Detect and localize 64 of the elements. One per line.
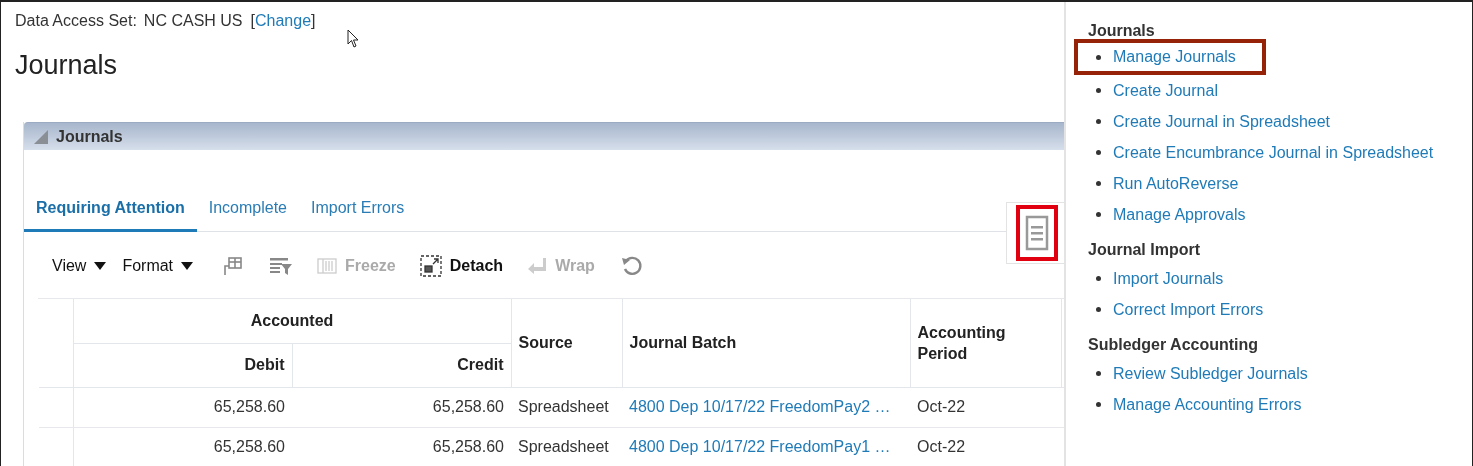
table-cell: Oct-22 xyxy=(910,427,1061,466)
column-group-header: Accounted xyxy=(73,299,511,343)
row-header-cell xyxy=(39,387,73,427)
table-cell: 65,258.60 xyxy=(73,427,292,466)
wrap-arrow-icon xyxy=(527,257,548,275)
bullet-icon xyxy=(1096,212,1101,217)
task-link[interactable]: Import Journals xyxy=(1113,269,1224,288)
bullet-icon xyxy=(1096,150,1101,155)
section-title: Journals xyxy=(56,127,123,146)
task-group-heading: Subledger Accounting xyxy=(1088,336,1260,355)
bracket: [ xyxy=(250,12,255,30)
task-link[interactable]: Manage Accounting Errors xyxy=(1113,395,1302,414)
task-link[interactable]: Review Subledger Journals xyxy=(1113,364,1308,383)
tab[interactable]: Incomplete xyxy=(196,199,299,232)
tab[interactable]: Import Errors xyxy=(299,199,417,232)
refresh-icon[interactable] xyxy=(620,255,643,277)
caret-icon xyxy=(181,262,194,270)
journal-batch-link[interactable]: 4800 Dep 10/17/22 FreedomPay2 … xyxy=(629,398,891,415)
table-cell: Oct-22 xyxy=(910,387,1061,427)
tab[interactable]: Requiring Attention xyxy=(24,199,197,232)
bullet-icon xyxy=(1096,88,1101,93)
journal-batch-link[interactable]: 4800 Dep 10/17/22 FreedomPay1 … xyxy=(629,438,891,455)
bullet-icon xyxy=(1096,276,1101,281)
caret-icon xyxy=(94,262,107,270)
task-link[interactable]: Run AutoReverse xyxy=(1113,174,1239,193)
bullet-icon xyxy=(1096,307,1101,312)
freeze-columns-icon xyxy=(317,257,338,275)
detach-icon xyxy=(419,255,442,277)
task-link[interactable]: Create Journal xyxy=(1113,81,1218,100)
column-header[interactable]: Accounting Period xyxy=(910,299,1061,387)
bullet-icon xyxy=(1096,371,1101,376)
task-link[interactable]: Manage Journals xyxy=(1113,48,1236,66)
task-link[interactable]: Create Journal in Spreadsheet xyxy=(1113,112,1331,131)
menu-button[interactable]: View xyxy=(52,257,107,275)
panel-toggle-button[interactable] xyxy=(1006,202,1064,264)
document-icon xyxy=(1025,215,1049,251)
task-group-heading: Journals xyxy=(1088,22,1156,41)
toolbar-button[interactable]: Detach xyxy=(419,255,504,277)
filter-icon[interactable] xyxy=(269,256,294,276)
menu-button[interactable]: Format xyxy=(122,257,194,275)
page-title: Journals xyxy=(15,49,119,81)
column-header[interactable]: Credit xyxy=(292,343,511,387)
task-group-heading: Journal Import xyxy=(1088,241,1201,260)
data-access-label: Data Access Set: xyxy=(15,12,137,30)
table-cell: 65,258.60 xyxy=(292,387,511,427)
table-cell: Spreadsheet xyxy=(511,427,622,466)
table-columns-icon[interactable] xyxy=(221,256,244,276)
column-header[interactable]: Source xyxy=(511,299,622,387)
bullet-icon xyxy=(1096,181,1101,186)
table-cell: 65,258.60 xyxy=(73,387,292,427)
change-link[interactable]: Change xyxy=(255,12,312,30)
data-access-value: NC CASH US xyxy=(143,12,243,30)
task-link[interactable]: Correct Import Errors xyxy=(1113,300,1264,319)
task-link[interactable]: Create Encumbrance Journal in Spreadsheet xyxy=(1113,143,1434,162)
task-link[interactable]: Manage Approvals xyxy=(1113,205,1246,224)
table-cell: Spreadsheet xyxy=(511,387,622,427)
bullet-icon xyxy=(1096,402,1101,407)
bullet-icon xyxy=(1096,54,1101,60)
column-header[interactable]: Debit xyxy=(73,343,292,387)
bullet-icon xyxy=(1096,119,1101,124)
bracket: ] xyxy=(311,12,316,30)
column-header[interactable]: Journal Batch xyxy=(622,299,910,387)
collapse-triangle-icon[interactable] xyxy=(34,129,48,144)
table-cell: 65,258.60 xyxy=(292,427,511,466)
